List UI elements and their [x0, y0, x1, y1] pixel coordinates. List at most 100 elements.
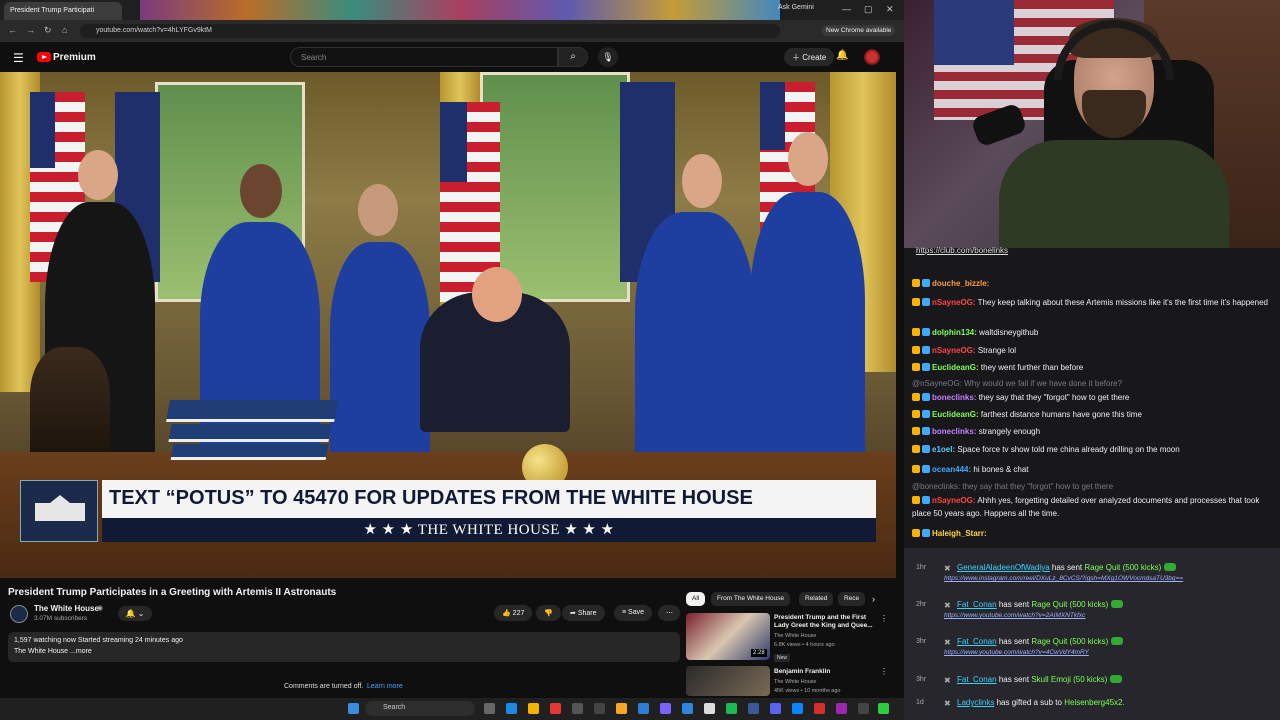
astronaut — [635, 212, 755, 462]
app-icon[interactable] — [704, 703, 715, 714]
forward-icon[interactable]: → — [26, 25, 35, 35]
chat-badge-icon — [912, 279, 920, 287]
video-player[interactable]: TEXT “POTUS” TO 45470 FOR UPDATES FROM T… — [0, 72, 896, 578]
app-icon[interactable] — [814, 703, 825, 714]
search-icon[interactable]: ⌕ — [558, 47, 588, 67]
event-link[interactable]: https://www.instagram.com/reel/DXuLz_8Cv… — [944, 575, 1183, 582]
description-text[interactable]: The White House ...more — [14, 648, 92, 655]
chat-username[interactable]: e1oel: — [932, 445, 955, 454]
chrome-icon[interactable] — [528, 703, 539, 714]
chat-message: boneclinks: strangely enough — [912, 425, 1278, 438]
more-options-icon[interactable]: ⋮ — [880, 614, 888, 623]
account-avatar[interactable] — [864, 49, 880, 65]
event-username[interactable]: Fat_Conan — [957, 600, 997, 609]
chip-recent[interactable]: Rece — [838, 592, 866, 606]
related-title[interactable]: Benjamin Franklin — [774, 668, 878, 676]
chat-username[interactable]: ocean444: — [932, 465, 971, 474]
event-username[interactable]: Ladyclinks — [957, 698, 994, 707]
app-icon[interactable] — [638, 703, 649, 714]
youtube-logo-icon[interactable] — [37, 52, 51, 62]
app-icon[interactable] — [550, 703, 561, 714]
event-line: Ladyclinks has gifted a sub to Heisenber… — [957, 698, 1125, 707]
search-input[interactable]: Search — [290, 47, 558, 67]
kick-icon[interactable] — [878, 703, 889, 714]
event-link[interactable]: https://www.youtube.com/watch?v=4CwVdY4m… — [944, 649, 1089, 656]
new-badge: New — [774, 654, 791, 662]
channel-name[interactable]: The White House — [34, 604, 99, 613]
windows-start-icon[interactable] — [348, 703, 359, 714]
chevron-right-icon[interactable]: › — [872, 594, 875, 604]
discord-icon[interactable] — [770, 703, 781, 714]
event-gift: Heisenberg45x2. — [1064, 698, 1125, 707]
save-button[interactable]: ≡ Save — [614, 605, 652, 621]
chat-badge-icon — [912, 445, 920, 453]
event-time: 1d — [916, 699, 924, 706]
chat-username[interactable]: EuclideanG: — [932, 410, 979, 419]
event-gift: Rage Quit (500 kicks) — [1031, 637, 1109, 646]
home-icon[interactable]: ⌂ — [62, 25, 67, 35]
chat-message: nSayneOG: Ahhh yes, forgetting detailed … — [912, 494, 1278, 520]
chat-message: @nSayneOG: Why would we fail if we have … — [912, 377, 1278, 390]
more-actions-icon[interactable]: ⋯ — [658, 605, 680, 621]
app-icon[interactable] — [660, 703, 671, 714]
chat-username[interactable]: nSayneOG: — [932, 298, 976, 307]
url-field[interactable]: youtube.com/watch?v=4hLYFGv9ktM — [80, 24, 780, 38]
file-explorer-icon[interactable] — [616, 703, 627, 714]
event-time: 2hr — [916, 601, 927, 608]
chat-badge-icon — [912, 328, 920, 336]
app-icon[interactable] — [858, 703, 869, 714]
edge-icon[interactable] — [506, 703, 517, 714]
spotify-icon[interactable] — [726, 703, 737, 714]
app-icon[interactable] — [572, 703, 583, 714]
notifications-icon[interactable]: 🔔 — [836, 50, 848, 61]
chip-all[interactable]: All — [686, 592, 706, 606]
like-button[interactable]: 👍 227 — [494, 605, 533, 621]
more-options-icon[interactable]: ⋮ — [880, 667, 888, 676]
channel-avatar[interactable] — [10, 605, 28, 623]
app-icon[interactable] — [682, 703, 693, 714]
chat-username[interactable]: Haleigh_Starr: — [932, 529, 987, 538]
chat-username[interactable]: nSayneOG: — [932, 346, 976, 355]
create-button[interactable]: ＋ Create — [784, 48, 835, 66]
chat-username[interactable]: nSayneOG: — [932, 496, 976, 505]
event-username[interactable]: Fat_Conan — [957, 637, 997, 646]
chip-related[interactable]: Related — [799, 592, 834, 606]
dislike-button[interactable]: 👎 — [536, 605, 561, 621]
share-button[interactable]: ➦ Share — [562, 605, 605, 621]
chat-badge-icon — [912, 410, 920, 418]
app-icon[interactable] — [748, 703, 759, 714]
event-username[interactable]: GeneralAladeenOfWadiya — [957, 563, 1050, 572]
kick-icon: ✖ — [944, 676, 951, 685]
app-icon[interactable] — [792, 703, 803, 714]
chat-username[interactable]: boneclinks: — [932, 393, 976, 402]
chat-link[interactable]: https://club.com/bonelinks — [916, 246, 1008, 255]
microphone-icon[interactable]: 🎙 — [598, 47, 618, 67]
subscribe-bell-icon[interactable]: 🔔 ⌄ — [118, 606, 152, 621]
chat-username[interactable]: EuclideanG: — [932, 363, 979, 372]
back-icon[interactable]: ← — [8, 25, 17, 35]
chat-username[interactable]: douche_bizzle: — [932, 279, 989, 288]
app-icon[interactable] — [836, 703, 847, 714]
learn-more-link[interactable]: Learn more — [367, 683, 403, 690]
youtube-brand[interactable]: Premium — [53, 52, 96, 63]
event-link[interactable]: https://www.youtube.com/watch?v=2AIMXNTk… — [944, 612, 1085, 619]
close-icon[interactable]: ✕ — [886, 4, 894, 15]
related-thumbnail[interactable] — [686, 666, 770, 696]
white-house-logo — [20, 480, 98, 542]
chip-from-channel[interactable]: From The White House — [711, 592, 791, 606]
chat-username[interactable]: boneclinks: — [932, 427, 976, 436]
task-view-icon[interactable] — [484, 703, 495, 714]
app-icon[interactable] — [594, 703, 605, 714]
related-title[interactable]: President Trump and the First Lady Greet… — [774, 614, 878, 630]
minimize-icon[interactable]: — — [842, 4, 851, 14]
tab-title: President Trump Participati — [10, 7, 95, 14]
chat-username[interactable]: dolphin134: — [932, 328, 977, 337]
event-username[interactable]: Fat_Conan — [957, 675, 997, 684]
update-chrome-button[interactable]: New Chrome available — [822, 25, 896, 36]
maximize-icon[interactable]: ▢ — [864, 4, 873, 15]
menu-icon[interactable]: ☰ — [13, 51, 24, 65]
ask-gemini-button[interactable]: Ask Gemini — [778, 4, 814, 11]
taskbar-search[interactable]: Search — [365, 701, 475, 716]
browser-tab-active[interactable]: President Trump Participati — [4, 2, 122, 20]
reload-icon[interactable]: ↻ — [44, 25, 52, 36]
